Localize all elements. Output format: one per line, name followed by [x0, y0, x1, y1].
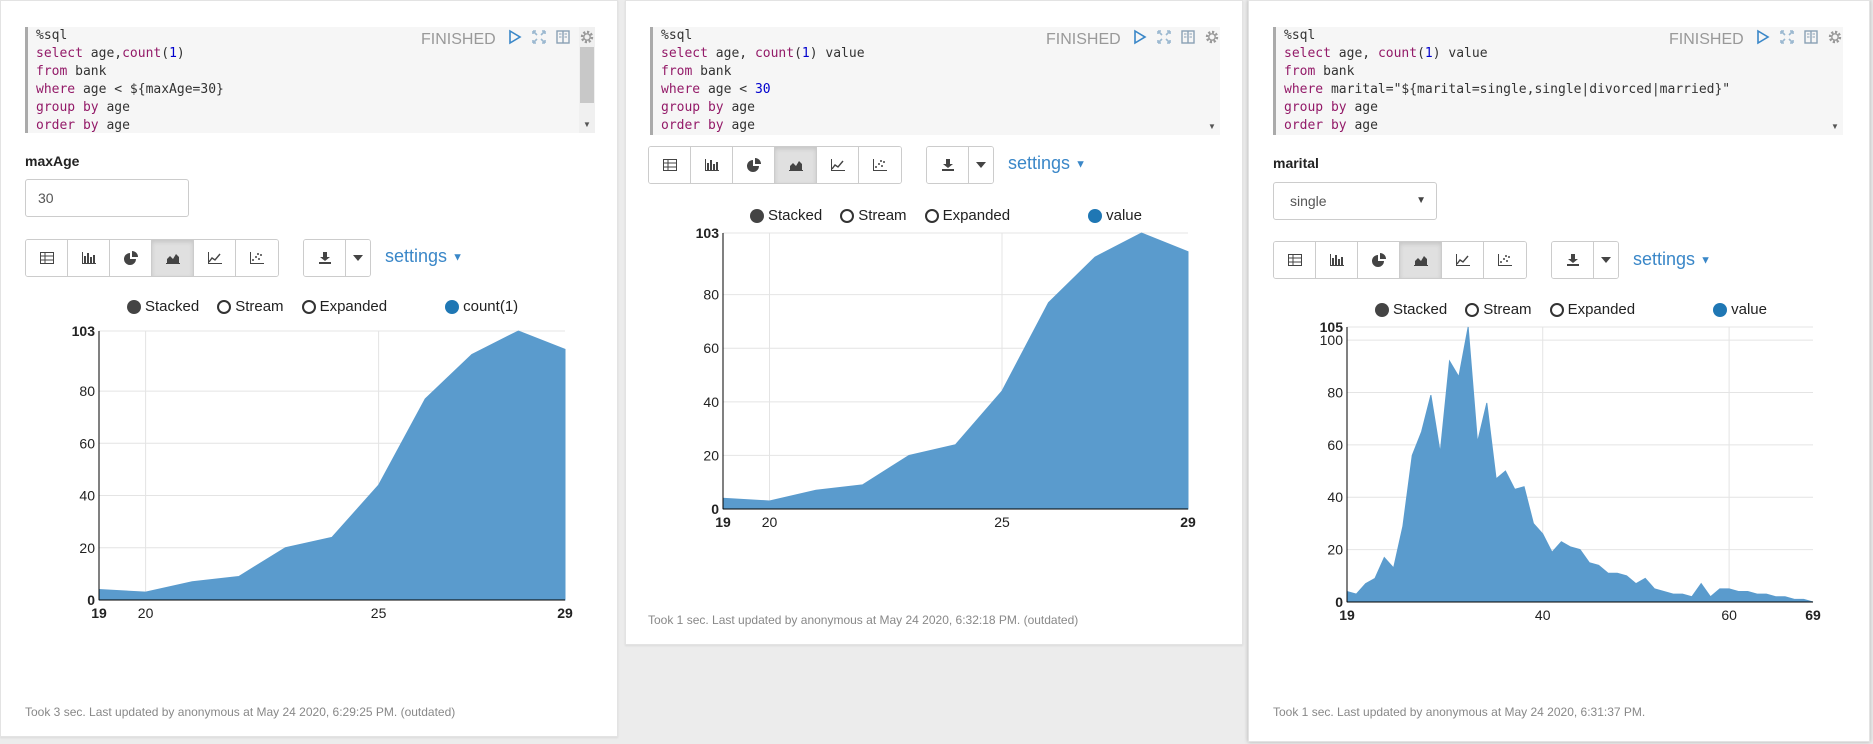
x-tick-label: 20 — [138, 605, 154, 621]
x-tick-label: 19 — [1339, 607, 1355, 623]
status-footer: Took 1 sec. Last updated by anonymous at… — [648, 613, 1079, 627]
y-tick-label: 60 — [1327, 437, 1343, 453]
paragraph-3: %sql select age, count(1) value from bank w… — [1248, 0, 1870, 742]
y-tick-label: 60 — [703, 340, 719, 356]
y-tick-label: 103 — [696, 225, 720, 241]
y-tick-label: 60 — [79, 435, 95, 451]
x-tick-label: 25 — [371, 605, 387, 621]
y-tick-label: 80 — [703, 287, 719, 303]
y-tick-label: 20 — [1327, 542, 1343, 558]
y-tick-label: 40 — [79, 488, 95, 504]
paragraph-1: %sql select age,count(1) from bank where ag… — [0, 0, 618, 737]
status-footer: Took 3 sec. Last updated by anonymous at… — [25, 705, 456, 719]
x-tick-label: 29 — [557, 605, 573, 621]
x-tick-label: 20 — [762, 514, 778, 530]
area-chart: 02040608010010519 40 60 69 — [1320, 319, 1821, 623]
y-tick-label: 20 — [79, 540, 95, 556]
y-tick-label: 105 — [1320, 319, 1344, 335]
x-tick-label: 40 — [1535, 607, 1551, 623]
y-tick-label: 103 — [72, 323, 96, 339]
x-tick-label: 60 — [1721, 607, 1737, 623]
x-tick-label: 25 — [994, 514, 1010, 530]
area-chart: 02040608010319 20 25 29 — [72, 323, 573, 621]
y-tick-label: 80 — [1327, 384, 1343, 400]
area-series — [1346, 326, 1814, 603]
y-tick-label: 80 — [79, 383, 95, 399]
x-tick-label: 19 — [91, 605, 107, 621]
x-tick-label: 69 — [1805, 607, 1821, 623]
y-tick-label: 40 — [703, 394, 719, 410]
x-tick-label: 29 — [1180, 514, 1196, 530]
area-chart: 02040608010319 20 25 29 — [696, 225, 1196, 530]
y-tick-label: 20 — [703, 447, 719, 463]
area-series — [98, 330, 566, 601]
paragraph-2: %sql select age, count(1) value from bank w… — [625, 0, 1243, 645]
status-footer: Took 1 sec. Last updated by anonymous at… — [1273, 705, 1646, 719]
y-tick-label: 40 — [1327, 489, 1343, 505]
area-series — [722, 232, 1189, 510]
x-tick-label: 19 — [715, 514, 731, 530]
